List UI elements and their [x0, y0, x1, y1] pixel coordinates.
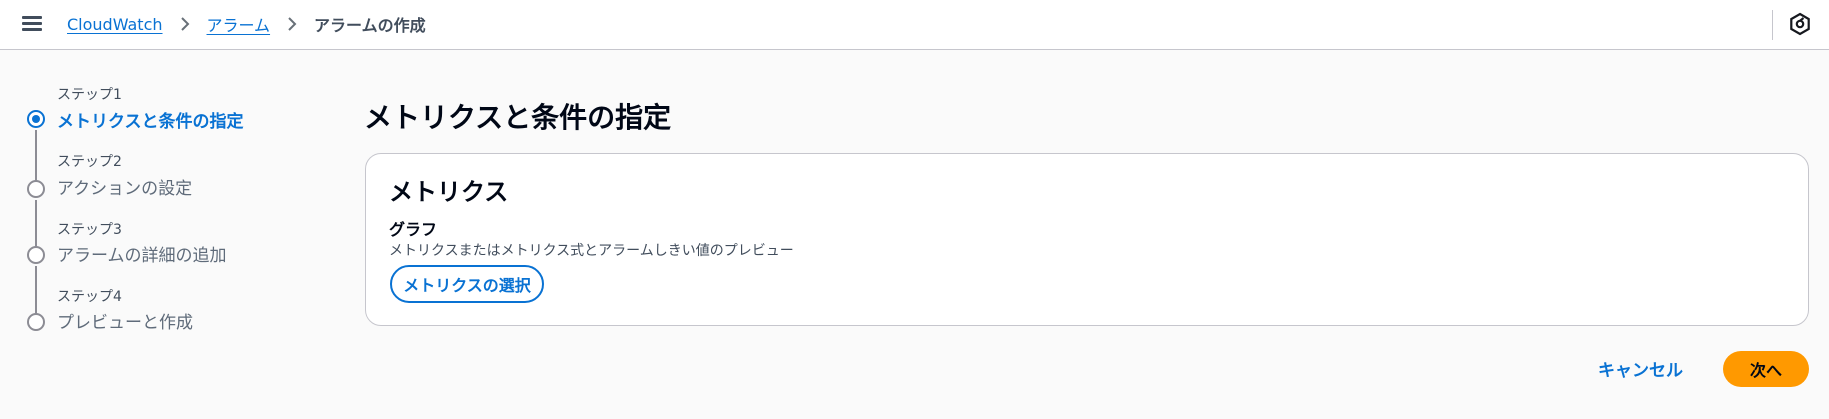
step-4-label: ステップ4: [57, 289, 122, 305]
select-metric-button[interactable]: メトリクスの選択: [390, 265, 544, 303]
metrics-container-title: メトリクス: [389, 178, 509, 206]
step-connector: [35, 130, 37, 182]
breadcrumb: CloudWatch アラーム アラームの作成: [67, 12, 426, 36]
graph-description: メトリクスまたはメトリクス式とアラームしきい値のプレビュー: [389, 243, 794, 259]
step-1-indicator-icon: [27, 110, 45, 128]
breadcrumb-alarms-link[interactable]: アラーム: [207, 12, 271, 36]
step-3-label: ステップ3: [57, 222, 122, 238]
graph-label: グラフ: [389, 220, 438, 239]
header-divider: [1772, 10, 1773, 40]
next-button[interactable]: 次へ: [1723, 351, 1809, 387]
hamburger-menu-icon[interactable]: [22, 14, 42, 32]
step-connector: [35, 200, 37, 248]
step-2-label: ステップ2: [57, 154, 122, 170]
wizard-steps-navigation: ステップ1 メトリクスと条件の指定 ステップ2 アクションの設定 ステップ3 ア…: [0, 50, 330, 350]
settings-hex-icon[interactable]: [1788, 12, 1812, 36]
top-navigation-bar: CloudWatch アラーム アラームの作成: [0, 0, 1829, 50]
step-4-indicator-icon: [27, 313, 45, 331]
chevron-right-icon: [163, 13, 207, 35]
metrics-container: メトリクス グラフ メトリクスまたはメトリクス式とアラームしきい値のプレビュー …: [365, 153, 1809, 326]
step-2-indicator-icon: [27, 180, 45, 198]
step-3-title: アラームの詳細の追加: [57, 246, 227, 266]
step-4-title: プレビューと作成: [57, 313, 193, 333]
step-2-title: アクションの設定: [57, 179, 193, 199]
cancel-button[interactable]: キャンセル: [1598, 356, 1683, 381]
step-1-label: ステップ1: [57, 87, 122, 103]
step-connector: [35, 266, 37, 315]
breadcrumb-current-page: アラームの作成: [314, 16, 426, 35]
chevron-right-icon: [270, 13, 314, 35]
step-3-indicator-icon: [27, 246, 45, 264]
page-title: メトリクスと条件の指定: [364, 101, 672, 134]
step-1-title[interactable]: メトリクスと条件の指定: [57, 107, 244, 132]
breadcrumb-cloudwatch-link[interactable]: CloudWatch: [67, 15, 163, 34]
